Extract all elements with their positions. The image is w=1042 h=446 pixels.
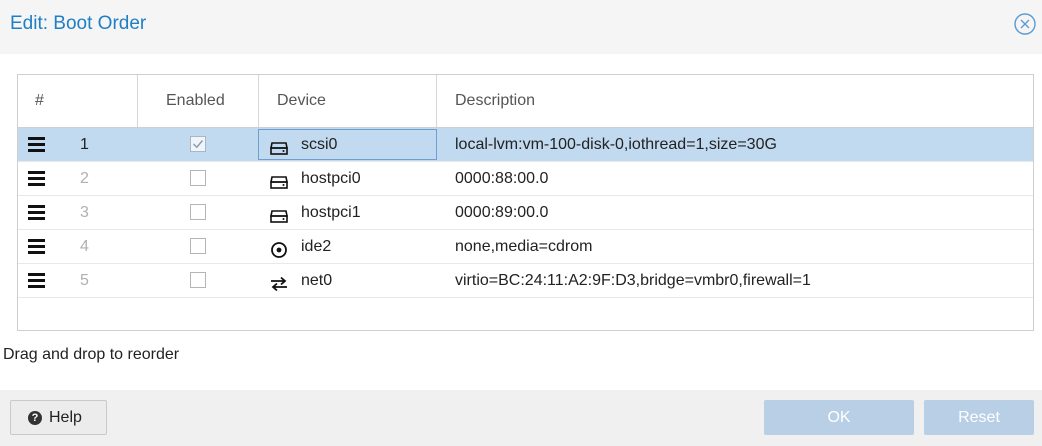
row-number: 4 xyxy=(80,238,89,255)
drag-handle-icon[interactable] xyxy=(28,137,45,152)
table-row[interactable]: 3 hostpci1 0000:89:00.0 xyxy=(18,196,1033,230)
device-name: hostpci1 xyxy=(301,204,361,221)
dialog-footer: ? Help OK Reset xyxy=(0,390,1042,446)
device-name: net0 xyxy=(301,272,333,289)
column-header-number[interactable]: # xyxy=(18,75,138,127)
drag-handle-icon[interactable] xyxy=(28,171,45,186)
enabled-checkbox[interactable] xyxy=(190,238,206,254)
description-cell: 0000:89:00.0 xyxy=(455,204,549,221)
description-cell: 0000:88:00.0 xyxy=(455,170,549,187)
dialog-title: Edit: Boot Order xyxy=(10,13,147,34)
close-icon[interactable] xyxy=(1013,12,1037,36)
grid-header: # Enabled Device Description xyxy=(18,75,1033,128)
dialog-header: Edit: Boot Order xyxy=(0,0,1042,54)
ok-button[interactable]: OK xyxy=(764,400,914,435)
drag-handle-icon[interactable] xyxy=(28,239,45,254)
row-number: 3 xyxy=(80,204,89,221)
drag-handle-icon[interactable] xyxy=(28,273,45,288)
enabled-checkbox[interactable] xyxy=(190,136,206,152)
enabled-checkbox[interactable] xyxy=(190,204,206,220)
drag-handle-icon[interactable] xyxy=(28,205,45,220)
table-row[interactable]: 1 scsi0 local-lvm:vm-100-disk-0,iothread=1… xyxy=(18,128,1033,162)
question-circle-icon: ? xyxy=(28,411,42,425)
reset-button[interactable]: Reset xyxy=(924,400,1034,435)
reorder-hint: Drag and drop to reorder xyxy=(3,346,180,363)
description-cell: virtio=BC:24:11:A2:9F:D3,bridge=vmbr0,fi… xyxy=(455,272,811,289)
boot-order-grid: # Enabled Device Description 1 scsi0 local… xyxy=(17,74,1034,331)
enabled-checkbox[interactable] xyxy=(190,272,206,288)
device-name: hostpci0 xyxy=(301,170,361,187)
hdd-icon xyxy=(269,136,289,155)
description-cell: local-lvm:vm-100-disk-0,iothread=1,size=… xyxy=(455,136,777,153)
enabled-checkbox[interactable] xyxy=(190,170,206,186)
table-row[interactable]: 4 ide2 none,media=cdrom xyxy=(18,230,1033,264)
column-header-device[interactable]: Device xyxy=(259,75,437,127)
column-header-enabled[interactable]: Enabled xyxy=(138,75,259,127)
cdrom-icon xyxy=(269,238,289,258)
column-header-description[interactable]: Description xyxy=(437,75,1033,127)
help-button-label: Help xyxy=(49,409,82,426)
exchange-icon xyxy=(269,272,289,292)
description-cell: none,media=cdrom xyxy=(455,238,593,255)
hdd-icon xyxy=(269,170,289,189)
row-number: 2 xyxy=(80,170,89,187)
row-number: 5 xyxy=(80,272,89,289)
device-name: scsi0 xyxy=(301,136,338,153)
help-button[interactable]: ? Help xyxy=(10,400,107,435)
table-row[interactable]: 2 hostpci0 0000:88:00.0 xyxy=(18,162,1033,196)
hdd-icon xyxy=(269,204,289,223)
device-name: ide2 xyxy=(301,238,332,255)
row-number: 1 xyxy=(80,136,89,153)
table-row[interactable]: 5 net0 virtio=BC:24:11:A2:9F:D3,bridge=vmb… xyxy=(18,264,1033,298)
